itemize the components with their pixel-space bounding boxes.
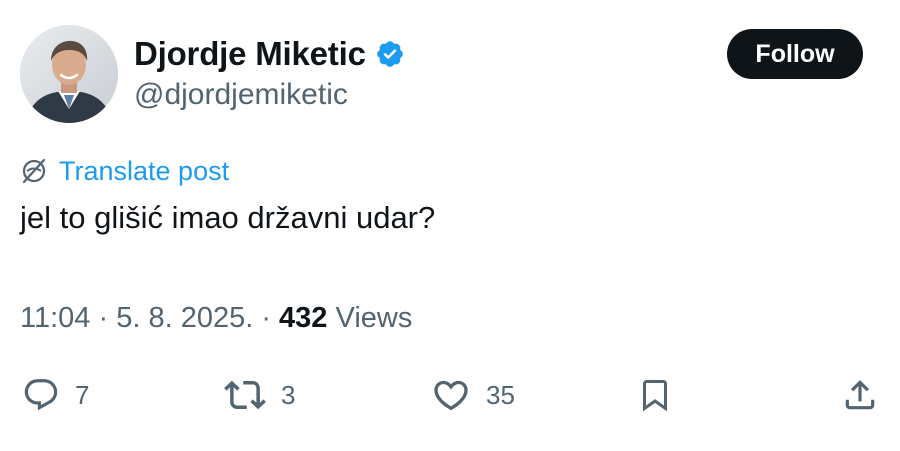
bookmark-button[interactable] [637, 370, 673, 420]
post-meta: 11:04 · 5. 8. 2025. · 432 Views [20, 302, 412, 335]
share-icon [845, 380, 875, 410]
author-handle[interactable]: @djordjemiketic [134, 78, 348, 112]
retweet-count: 3 [281, 379, 296, 410]
verified-badge-icon[interactable] [375, 39, 405, 69]
views-count: 432 [279, 302, 328, 334]
retweet-icon [224, 380, 266, 410]
reply-icon [24, 379, 58, 411]
meta-separator: · [253, 302, 280, 334]
post-date[interactable]: 5. 8. 2025. [116, 302, 253, 334]
like-button[interactable]: 35 [431, 370, 515, 420]
reply-count: 7 [75, 379, 90, 410]
action-bar: 7 3 35 [0, 370, 900, 420]
retweet-button[interactable]: 3 [224, 370, 295, 420]
profile-photo [20, 25, 118, 123]
share-button[interactable] [841, 370, 879, 420]
follow-button[interactable]: Follow [727, 29, 863, 79]
avatar[interactable] [20, 25, 118, 123]
post-time[interactable]: 11:04 [20, 302, 90, 334]
bookmark-icon [643, 380, 667, 412]
views-label: Views [327, 302, 413, 334]
author-display-name[interactable]: Djordje Miketic [134, 35, 366, 73]
translate-post-label: Translate post [59, 155, 230, 186]
heart-icon [434, 380, 468, 411]
like-count: 35 [486, 379, 515, 410]
globe-slash-icon [20, 157, 48, 185]
meta-separator: · [90, 302, 117, 334]
reply-button[interactable]: 7 [22, 370, 89, 420]
author-name-row: Djordje Miketic [134, 32, 405, 76]
translate-post-link[interactable]: Translate post [20, 152, 229, 190]
post-text: jel to glišić imao državni udar? [20, 200, 436, 235]
